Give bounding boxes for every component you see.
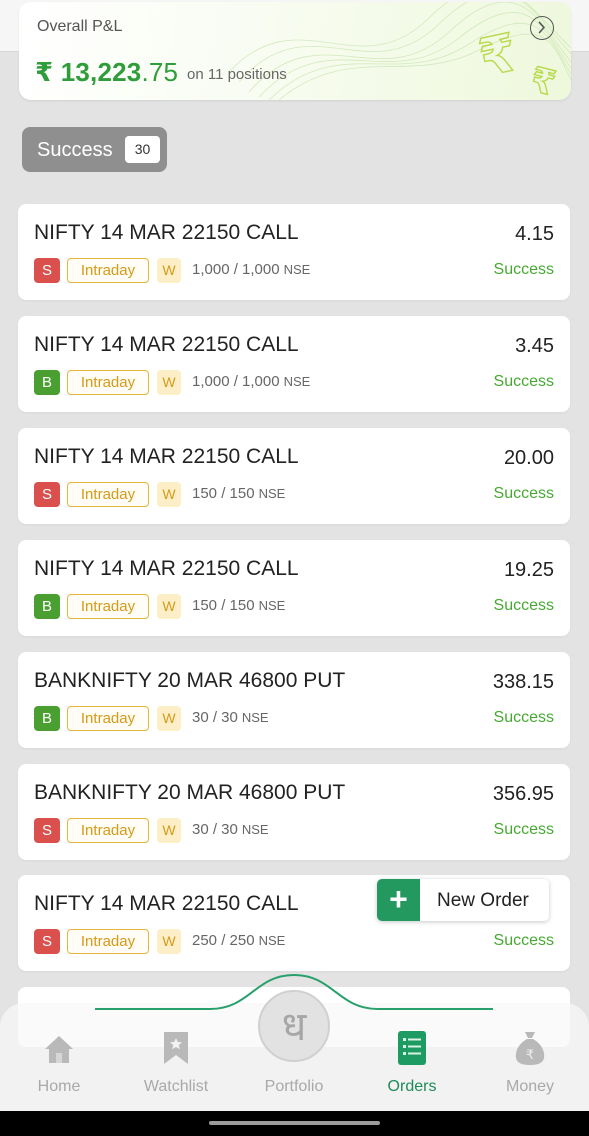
order-quantity: 30 / 30 NSE [192, 709, 269, 726]
order-status: Success [493, 373, 554, 390]
chevron-right-icon[interactable] [530, 16, 554, 40]
order-row[interactable]: NIFTY 14 MAR 22150 CALL 4.15 S Intraday … [18, 204, 570, 300]
order-quantity: 1,000 / 1,000 NSE [192, 261, 311, 278]
instrument-name: BANKNIFTY 20 MAR 46800 PUT [34, 669, 346, 692]
nav-home[interactable]: Home [9, 1026, 109, 1096]
order-row[interactable]: BANKNIFTY 20 MAR 46800 PUT 338.15 B Intr… [18, 652, 570, 748]
chip-count-badge: 30 [125, 136, 160, 163]
side-badge: B [34, 594, 60, 619]
instrument-name: NIFTY 14 MAR 22150 CALL [34, 557, 299, 580]
pnl-amount-int: 13,223 [60, 57, 142, 87]
order-quantity: 30 / 30 NSE [192, 821, 269, 838]
product-badge: Intraday [67, 929, 149, 954]
order-status: Success [493, 709, 554, 726]
validity-badge: W [157, 594, 181, 619]
product-badge: Intraday [67, 482, 149, 507]
bookmark-icon [126, 1026, 226, 1066]
order-quantity: 1,000 / 1,000 NSE [192, 373, 311, 390]
overall-pnl-card[interactable]: Overall P&L ₹ 13,223.75 on 11 positions … [19, 2, 571, 100]
nav-watchlist-label: Watchlist [143, 1078, 209, 1095]
order-row[interactable]: NIFTY 14 MAR 22150 CALL 3.45 B Intraday … [18, 316, 570, 412]
order-status: Success [493, 485, 554, 502]
order-price: 3.45 [515, 335, 554, 357]
nav-orders[interactable]: Orders [362, 1026, 462, 1096]
home-icon [9, 1026, 109, 1066]
order-quantity: 250 / 250 NSE [192, 932, 286, 949]
validity-badge: W [157, 258, 181, 283]
pnl-title: Overall P&L [37, 18, 123, 35]
side-badge: S [34, 482, 60, 507]
side-badge: S [34, 258, 60, 283]
validity-badge: W [157, 818, 181, 843]
nav-money[interactable]: ₹ Money [480, 1026, 580, 1096]
chip-label: Success [37, 139, 113, 161]
nav-portfolio-label: Portfolio [264, 1078, 324, 1095]
product-badge: Intraday [67, 818, 149, 843]
money-bag-icon: ₹ [480, 1026, 580, 1066]
exchange-label: NSE [258, 598, 286, 613]
instrument-name: NIFTY 14 MAR 22150 CALL [34, 333, 299, 356]
order-quantity: 150 / 150 NSE [192, 597, 286, 614]
order-price: 338.15 [492, 671, 554, 693]
order-row[interactable]: NIFTY 14 MAR 22150 CALL 19.25 B Intraday… [18, 540, 570, 636]
order-price: 20.00 [503, 447, 554, 469]
pnl-amount: ₹ 13,223.75 [35, 57, 178, 88]
order-row[interactable]: NIFTY 14 MAR 22150 CALL 20.00 S Intraday… [18, 428, 570, 524]
instrument-name: NIFTY 14 MAR 22150 CALL [34, 892, 299, 915]
new-order-button[interactable]: + New Order [377, 879, 549, 921]
nav-watchlist[interactable]: Watchlist [126, 1026, 226, 1096]
instrument-name: BANKNIFTY 20 MAR 46800 PUT [34, 781, 346, 804]
nav-portfolio[interactable]: Portfolio [244, 1026, 344, 1096]
order-status: Success [493, 821, 554, 838]
side-badge: B [34, 706, 60, 731]
pnl-positions-count: on 11 positions [187, 66, 287, 83]
status-filter-chip[interactable]: Success 30 [22, 127, 167, 172]
plus-icon: + [377, 879, 420, 921]
exchange-label: NSE [258, 486, 286, 501]
exchange-label: NSE [258, 933, 286, 948]
product-badge: Intraday [67, 706, 149, 731]
svg-text:₹: ₹ [526, 1048, 534, 1063]
product-badge: Intraday [67, 258, 149, 283]
instrument-name: NIFTY 14 MAR 22150 CALL [34, 221, 299, 244]
home-indicator[interactable] [209, 1121, 380, 1125]
side-badge: S [34, 818, 60, 843]
order-row[interactable]: BANKNIFTY 20 MAR 46800 PUT 356.95 S Intr… [18, 764, 570, 860]
currency-symbol: ₹ [35, 57, 54, 87]
order-price: 19.25 [503, 559, 554, 581]
exchange-label: NSE [241, 822, 269, 837]
orders-list-icon [362, 1026, 462, 1066]
validity-badge: W [157, 482, 181, 507]
validity-badge: W [157, 706, 181, 731]
order-status: Success [493, 261, 554, 278]
bottom-navigation: ध Home Watchlist Portfolio Orders ₹ Mone… [0, 973, 589, 1111]
exchange-label: NSE [283, 262, 311, 277]
pnl-amount-dec: .75 [141, 57, 179, 87]
side-badge: S [34, 929, 60, 954]
order-price: 356.95 [492, 783, 554, 805]
nav-orders-label: Orders [387, 1078, 437, 1095]
order-status: Success [493, 597, 554, 614]
instrument-name: NIFTY 14 MAR 22150 CALL [34, 445, 299, 468]
exchange-label: NSE [283, 374, 311, 389]
new-order-label: New Order [437, 890, 529, 911]
product-badge: Intraday [67, 594, 149, 619]
order-price: 4.15 [515, 223, 554, 245]
nav-home-label: Home [37, 1078, 81, 1095]
exchange-label: NSE [241, 710, 269, 725]
order-quantity: 150 / 150 NSE [192, 485, 286, 502]
validity-badge: W [157, 370, 181, 395]
side-badge: B [34, 370, 60, 395]
product-badge: Intraday [67, 370, 149, 395]
nav-money-label: Money [505, 1078, 555, 1095]
system-navigation-bar [0, 1111, 589, 1136]
validity-badge: W [157, 929, 181, 954]
order-status: Success [493, 932, 554, 949]
